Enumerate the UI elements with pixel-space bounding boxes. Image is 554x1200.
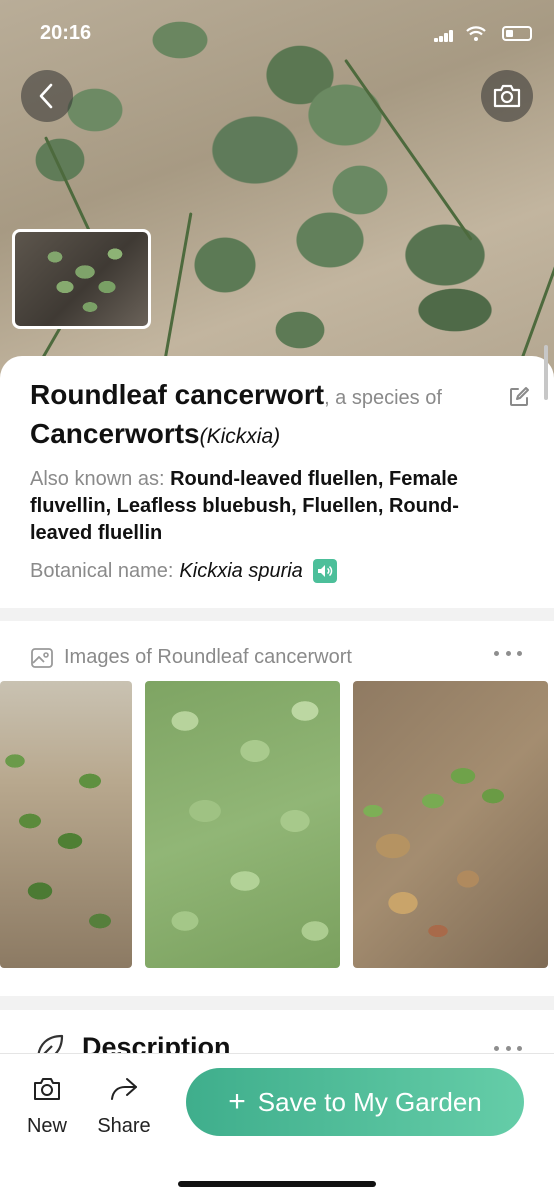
back-arrow-icon	[39, 83, 53, 109]
images-more-dots-icon[interactable]	[494, 651, 522, 657]
battery-icon	[502, 26, 532, 41]
edit-icon[interactable]	[508, 386, 530, 408]
status-time: 20:16	[40, 22, 92, 44]
share-button[interactable]: Share	[89, 1076, 159, 1138]
species-of-text: , a species of	[324, 387, 442, 409]
bottom-action-bar: New Share + Save to My Garden	[0, 1053, 554, 1200]
images-section: Images of Roundleaf cancerwort	[0, 621, 554, 996]
genus-link[interactable]: Cancerworts	[30, 418, 200, 449]
plant-image-3[interactable]	[353, 681, 548, 968]
save-label: Save to My Garden	[257, 1086, 482, 1117]
also-known-as: Also known as: Round-leaved fluellen, Fe…	[30, 466, 500, 547]
grass-blade	[344, 58, 473, 241]
wifi-icon	[466, 26, 486, 41]
description-more-dots-icon[interactable]	[494, 1046, 522, 1052]
botanical-name-row: Botanical name: Kickxia spuria	[30, 559, 337, 583]
botanical-name: Kickxia spuria	[179, 559, 303, 582]
description-section: Description	[0, 1010, 554, 1055]
camera-icon	[493, 84, 521, 108]
plant-info-card: Roundleaf cancerwort, a species of Cance…	[0, 356, 554, 608]
hero-photo: 20:16	[0, 0, 554, 380]
botanical-label: Botanical name:	[30, 559, 174, 582]
genus-latin: (Kickxia)	[199, 425, 281, 448]
images-title: Images of Roundleaf cancerwort	[64, 646, 352, 668]
share-label: Share	[97, 1115, 151, 1137]
pronounce-button[interactable]	[312, 559, 337, 583]
save-to-garden-button[interactable]: + Save to My Garden	[186, 1068, 524, 1136]
camera-button[interactable]	[481, 70, 533, 122]
home-indicator[interactable]	[178, 1181, 376, 1187]
back-button[interactable]	[21, 70, 73, 122]
description-title: Description	[82, 1032, 231, 1055]
leaf-icon	[37, 1034, 64, 1055]
plant-image-1[interactable]	[0, 681, 132, 968]
status-bar: 20:16	[0, 20, 554, 48]
camera-icon	[34, 1078, 60, 1100]
plant-thumbnail[interactable]	[12, 229, 151, 329]
scroll-indicator[interactable]	[544, 345, 548, 400]
speaker-icon	[317, 565, 333, 577]
plus-icon: +	[228, 1085, 246, 1118]
also-known-label: Also known as:	[30, 468, 171, 490]
plant-title: Roundleaf cancerwort, a species of Cance…	[30, 378, 500, 456]
new-label: New	[26, 1115, 67, 1137]
common-name: Roundleaf cancerwort	[30, 379, 325, 410]
grass-blade	[520, 209, 554, 361]
gallery-icon	[31, 647, 53, 668]
new-button[interactable]: New	[12, 1076, 82, 1138]
images-header: Images of Roundleaf cancerwort	[30, 646, 352, 669]
plant-image-2[interactable]	[145, 681, 340, 968]
grass-blade	[160, 212, 193, 380]
share-icon	[111, 1078, 137, 1100]
signal-icon	[434, 30, 454, 42]
